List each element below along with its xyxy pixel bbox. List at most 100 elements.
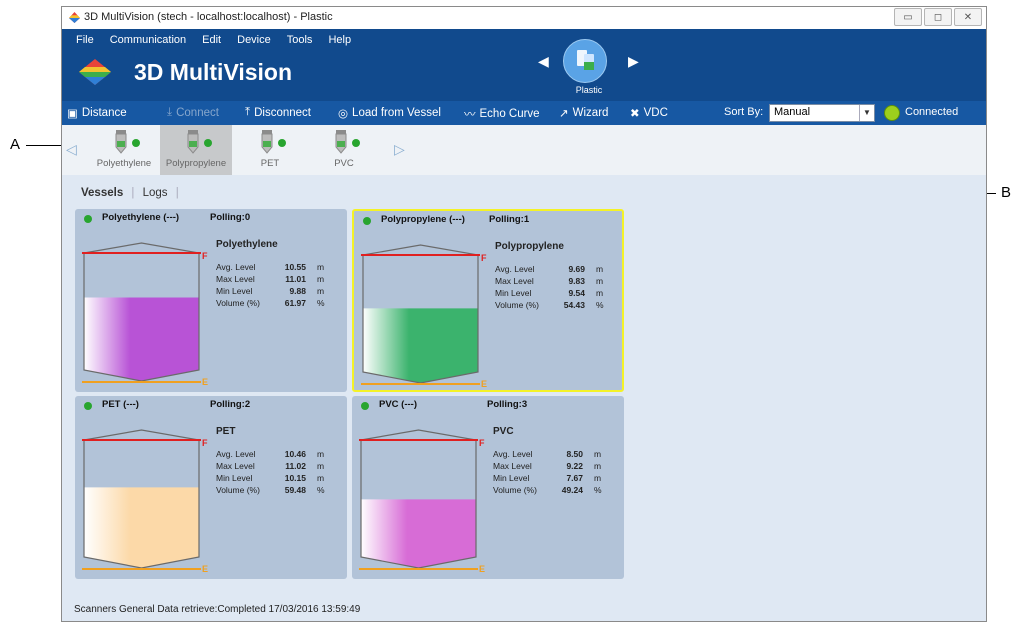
fill-level-bar [84,297,199,381]
menu-help[interactable]: Help [328,34,351,46]
next-group-icon[interactable]: ▶ [628,53,639,70]
vessel-stats: PVC Avg. Level 8.50 m Max Level 9.22 m Min L… [493,426,618,497]
vessel-name: PET [216,426,236,437]
sort-by-label: Sort By: [724,106,764,118]
max-level-row: Max Level 11.02 m [216,461,325,471]
vessel-card-polypropylene[interactable]: Polypropylene (---) Polling:1 FE Polypro… [352,209,624,392]
strip-scroll-right-icon[interactable]: ▷ [394,141,405,158]
strip-item-pvc[interactable]: PVC [308,125,380,175]
connect-icon: ⤓ [167,106,173,118]
group-icon[interactable] [563,39,607,83]
menu-device[interactable]: Device [237,34,271,46]
strip-item-label: PET [260,158,280,169]
load-vessel-icon: ◎ [338,108,349,120]
vessel-card-polyethylene[interactable]: Polyethylene (---) Polling:0 FE Polyethy… [75,209,347,392]
tab-separator: | [131,187,135,199]
polling-label: Polling:2 [210,399,251,410]
vessel-icon [187,130,212,154]
avg-level-row: Avg. Level 9.69 m [495,264,604,274]
chevron-down-icon[interactable]: ▼ [859,105,874,121]
menu-communication[interactable]: Communication [110,34,186,46]
status-dot-icon [361,402,369,410]
vessel-name: Polypropylene [495,241,564,252]
status-text: Scanners General Data retrieve:Completed… [74,604,361,615]
tab-vessels[interactable]: Vessels [81,187,123,199]
connect-button[interactable]: ⤓ Connect [167,106,219,119]
status-dot-icon [84,215,92,223]
full-mark-label: F [202,438,208,448]
vessel-card-pet[interactable]: PET (---) Polling:2 FE PET Avg. Level 10.… [75,396,347,579]
vessel-name: PVC [493,426,514,437]
echo-curve-button[interactable]: 〰 Echo Curve [464,106,540,122]
fill-level-bar [361,499,476,568]
status-dot-icon [84,402,92,410]
max-level-row: Max Level 9.83 m [495,276,604,286]
min-level-row: Min Level 10.15 m [216,473,325,483]
strip-item-pet[interactable]: PET [234,125,306,175]
vessel-icon [115,130,140,154]
distance-icon: ▣ [67,108,78,120]
load-from-vessel-button[interactable]: ◎ Load from Vessel [338,106,441,120]
tank-graphic: FE [82,429,208,572]
app-window: 3D MultiVision (stech - localhost:localh… [61,6,987,622]
polling-label: Polling:0 [210,212,251,223]
view-tabs: Vessels | Logs | [81,187,184,199]
volume-row: Volume (%) 54.43% [495,300,604,310]
maximize-button[interactable]: ◻ [924,8,952,26]
toolbar: ▣ Distance ⤓ Connect ⤒ Disconnect ◎ Load fro… [62,101,986,125]
close-button[interactable]: ✕ [954,8,982,26]
brand-logo-icon [79,59,111,85]
tab-logs[interactable]: Logs [143,187,168,199]
min-level-row: Min Level 7.67 m [493,473,602,483]
echo-curve-icon: 〰 [464,109,476,121]
avg-level-row: Avg. Level 10.55 m [216,262,325,272]
menu-file[interactable]: File [76,34,94,46]
strip-scroll-left-icon[interactable]: ◁ [66,141,77,158]
menu-tools[interactable]: Tools [287,34,313,46]
min-level-row: Min Level 9.88 m [216,286,325,296]
vessel-icon [335,130,360,154]
vessel-card-pvc[interactable]: PVC (---) Polling:3 FE PVC Avg. Level 8.5… [352,396,624,579]
distance-button[interactable]: ▣ Distance [67,106,127,120]
menu-bar: File Communication Edit Device Tools Hel… [76,34,351,46]
status-bar: Scanners General Data retrieve:Completed… [62,597,986,621]
app-title: 3D MultiVision [134,59,293,85]
polling-label: Polling:1 [489,214,530,225]
fill-level-bar [84,487,199,568]
connection-status-icon [884,105,900,121]
minimize-button[interactable]: ▭ [894,8,922,26]
vessel-header-name: PVC (---) [379,399,417,410]
disconnect-icon: ⤒ [245,106,251,118]
volume-row: Volume (%) 61.97% [216,298,325,308]
strip-item-label: PVC [334,158,354,169]
vessel-icon [261,130,286,154]
wizard-button[interactable]: ↗ Wizard [559,106,608,120]
vessel-stats: Polypropylene Avg. Level 9.69 m Max Level 9… [495,241,620,312]
strip-item-polyethylene[interactable]: Polyethylene [88,125,160,175]
callout-a: A [10,136,21,153]
wizard-wand-icon: ↗ [559,108,569,120]
min-level-row: Min Level 9.54 m [495,288,604,298]
polling-label: Polling:3 [487,399,528,410]
disconnect-button[interactable]: ⤒ Disconnect [245,106,311,119]
callout-b: B [1001,184,1012,201]
vessel-strip: ◁ Polyethylene Polypropylene PET PVC ▷ [62,125,986,175]
menu-edit[interactable]: Edit [202,34,221,46]
vessel-stats: Polyethylene Avg. Level 10.55 m Max Level 1… [216,239,341,310]
avg-level-row: Avg. Level 8.50 m [493,449,602,459]
vessel-name: Polyethylene [216,239,278,250]
connection-status-text: Connected [905,106,959,118]
previous-group-icon[interactable]: ◀ [538,53,549,70]
sort-by-select[interactable]: Manual ▼ [769,104,875,122]
volume-row: Volume (%) 49.24% [493,485,602,495]
vdc-button[interactable]: ✖ VDC [630,106,668,120]
status-dot-icon [363,217,371,225]
tab-separator: | [175,187,179,199]
full-mark-label: F [202,251,208,261]
group-navigator: ◀ ▶ Plastic [538,37,640,99]
strip-item-label: Polyethylene [96,158,152,169]
vessel-header-name: Polyethylene (---) [102,212,180,223]
strip-item-polypropylene[interactable]: Polypropylene [160,125,232,175]
title-bar: 3D MultiVision (stech - localhost:localh… [62,7,986,29]
empty-mark-label: E [481,379,487,387]
